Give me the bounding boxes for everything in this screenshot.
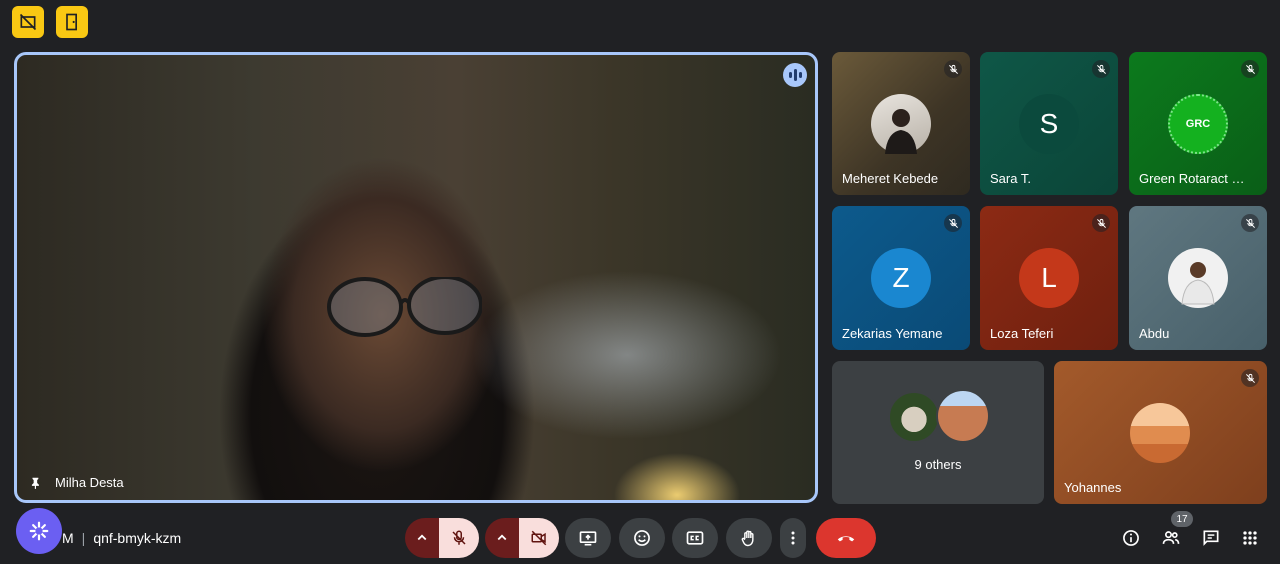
video-options-button[interactable] <box>485 518 519 558</box>
camera-control-group[interactable] <box>485 518 559 558</box>
participant-tile-yohannes[interactable]: Yohannes <box>1054 361 1267 504</box>
audio-options-button[interactable] <box>405 518 439 558</box>
activities-button[interactable] <box>16 508 62 554</box>
mic-off-icon <box>452 530 466 545</box>
chevron-up-icon <box>417 534 427 541</box>
participant-name: Yohannes <box>1064 480 1122 495</box>
microphone-toggle-button[interactable] <box>439 518 479 558</box>
avatar-photo <box>871 94 931 154</box>
more-vert-icon <box>791 531 795 545</box>
avatar-initial: Z <box>871 248 931 308</box>
mic-off-icon <box>1241 60 1259 78</box>
mic-off-icon <box>1092 60 1110 78</box>
avatar-logo: GRC <box>1168 94 1228 154</box>
exit-door-icon <box>66 13 77 31</box>
avatar-photo <box>1168 248 1228 308</box>
captions-button[interactable] <box>672 518 718 558</box>
call-end-icon <box>837 536 855 542</box>
chat-button[interactable] <box>1199 526 1223 550</box>
no-photography-icon <box>19 13 37 31</box>
closed-captions-icon <box>686 531 704 545</box>
leave-call-button[interactable] <box>816 518 876 558</box>
main-participant-name: Milha Desta <box>55 475 124 490</box>
avatar-initial: L <box>1019 248 1079 308</box>
pin-icon[interactable] <box>29 476 43 490</box>
participant-name: Abdu <box>1139 326 1170 341</box>
others-avatar <box>888 391 940 443</box>
participant-name: Green Rotaract … <box>1139 171 1245 186</box>
participant-name: Zekarias Yemane <box>842 326 943 341</box>
participant-name: Loza Teferi <box>990 326 1054 341</box>
no-photography-button[interactable] <box>12 6 44 38</box>
avatar-initial: S <box>1019 94 1079 154</box>
chevron-up-icon <box>497 534 507 541</box>
meeting-code: qnf-bmyk-kzm <box>93 530 182 546</box>
more-options-button[interactable] <box>780 518 806 558</box>
people-icon <box>1162 531 1180 544</box>
others-tile[interactable]: 9 others <box>832 361 1044 504</box>
participant-tile-loza[interactable]: L Loza Teferi <box>980 206 1118 350</box>
video-feed <box>327 277 482 337</box>
hand-icon <box>741 530 754 547</box>
present-screen-icon <box>579 531 597 546</box>
info-icon <box>1123 530 1139 546</box>
participant-name: Sara T. <box>990 171 1031 186</box>
activities-apps-button[interactable] <box>1238 526 1262 550</box>
others-avatar <box>936 389 990 443</box>
apps-grid-icon <box>1243 531 1257 545</box>
participant-tile-meheret[interactable]: Meheret Kebede <box>832 52 970 195</box>
mic-off-icon <box>944 214 962 232</box>
divider: | <box>81 530 86 546</box>
reactions-button[interactable] <box>619 518 665 558</box>
emoji-icon <box>634 530 650 546</box>
participant-tile-zekarias[interactable]: Z Zekarias Yemane <box>832 206 970 350</box>
participant-tile-sara[interactable]: S Sara T. <box>980 52 1118 195</box>
people-count-badge: 17 <box>1171 511 1193 527</box>
present-screen-button[interactable] <box>565 518 611 558</box>
avatar-landscape <box>1130 403 1190 463</box>
mic-off-icon <box>1092 214 1110 232</box>
leave-room-button[interactable] <box>56 6 88 38</box>
main-video-tile[interactable]: Milha Desta <box>14 52 818 503</box>
participant-tile-green-rotaract[interactable]: GRC Green Rotaract … <box>1129 52 1267 195</box>
meeting-info: M | qnf-bmyk-kzm <box>62 530 181 546</box>
participant-tile-abdu[interactable]: Abdu <box>1129 206 1267 350</box>
people-button[interactable] <box>1159 526 1183 550</box>
meeting-details-button[interactable] <box>1119 526 1143 550</box>
meeting-time: M <box>62 530 74 546</box>
camera-toggle-button[interactable] <box>519 518 559 558</box>
mic-control-group[interactable] <box>405 518 479 558</box>
speaking-indicator-icon <box>783 63 807 87</box>
mic-off-icon <box>944 60 962 78</box>
mic-off-icon <box>1241 369 1259 387</box>
participant-name: Meheret Kebede <box>842 171 939 186</box>
raise-hand-button[interactable] <box>726 518 772 558</box>
chat-icon <box>1203 530 1219 546</box>
main-participant-label: Milha Desta <box>29 475 124 490</box>
videocam-off-icon <box>531 530 547 546</box>
others-label: 9 others <box>914 457 962 472</box>
sparkle-icon <box>29 521 49 541</box>
mic-off-icon <box>1241 214 1259 232</box>
